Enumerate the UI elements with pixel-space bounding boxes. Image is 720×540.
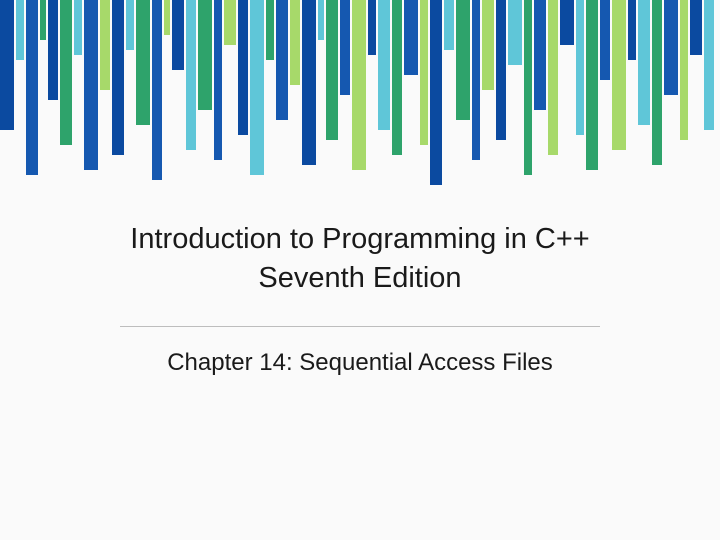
decor-bar xyxy=(586,0,598,170)
decor-bar xyxy=(456,0,470,120)
decor-bar xyxy=(352,0,366,170)
decor-bar xyxy=(0,0,14,130)
decor-bar xyxy=(302,0,316,165)
decor-bar xyxy=(326,0,338,140)
slide-title: Introduction to Programming in C++ Seven… xyxy=(0,220,720,298)
decor-bar xyxy=(680,0,688,140)
decor-bar xyxy=(420,0,428,145)
slide-content: Introduction to Programming in C++ Seven… xyxy=(0,220,720,377)
decor-bar xyxy=(126,0,134,50)
decor-bar xyxy=(704,0,714,130)
decor-bar xyxy=(136,0,150,125)
decor-bar xyxy=(472,0,480,160)
decor-bar xyxy=(198,0,212,110)
decor-bar xyxy=(482,0,494,90)
decorative-bars-graphic xyxy=(0,0,720,200)
decor-bar xyxy=(340,0,350,95)
decor-bar xyxy=(628,0,636,60)
decor-bar xyxy=(508,0,522,65)
decor-bar xyxy=(560,0,574,45)
decor-bar xyxy=(576,0,584,135)
decor-bar xyxy=(496,0,506,140)
decor-bar xyxy=(152,0,162,180)
decor-bar xyxy=(430,0,442,185)
title-line-1: Introduction to Programming in C++ xyxy=(130,223,589,255)
decor-bar xyxy=(612,0,626,150)
decor-bar xyxy=(638,0,650,125)
decor-bar xyxy=(100,0,110,90)
decor-bar xyxy=(378,0,390,130)
decor-bar xyxy=(48,0,58,100)
decor-bar xyxy=(318,0,324,40)
decor-bar xyxy=(290,0,300,85)
decor-bar xyxy=(548,0,558,155)
decor-bar xyxy=(214,0,222,160)
decor-bar xyxy=(404,0,418,75)
decor-bar xyxy=(266,0,274,60)
decor-bar xyxy=(224,0,236,45)
slide-subtitle: Chapter 14: Sequential Access Files xyxy=(0,349,720,377)
decor-bar xyxy=(164,0,170,35)
decor-bar xyxy=(690,0,702,55)
decor-bar xyxy=(26,0,38,175)
decor-bar xyxy=(652,0,662,165)
decor-bar xyxy=(172,0,184,70)
decor-bar xyxy=(84,0,98,170)
decor-bar xyxy=(250,0,264,175)
decor-bar xyxy=(276,0,288,120)
decor-bar xyxy=(444,0,454,50)
title-divider xyxy=(120,326,600,327)
decor-bar xyxy=(40,0,46,40)
decor-bar xyxy=(238,0,248,135)
decor-bar xyxy=(60,0,72,145)
decor-bar xyxy=(392,0,402,155)
decor-bar xyxy=(74,0,82,55)
decor-bar xyxy=(534,0,546,110)
decor-bar xyxy=(368,0,376,55)
decor-bar xyxy=(600,0,610,80)
decor-bar xyxy=(186,0,196,150)
decor-bar xyxy=(112,0,124,155)
decor-bar xyxy=(664,0,678,95)
decor-bar xyxy=(524,0,532,175)
title-line-2: Seventh Edition xyxy=(258,262,461,294)
decor-bar xyxy=(16,0,24,60)
